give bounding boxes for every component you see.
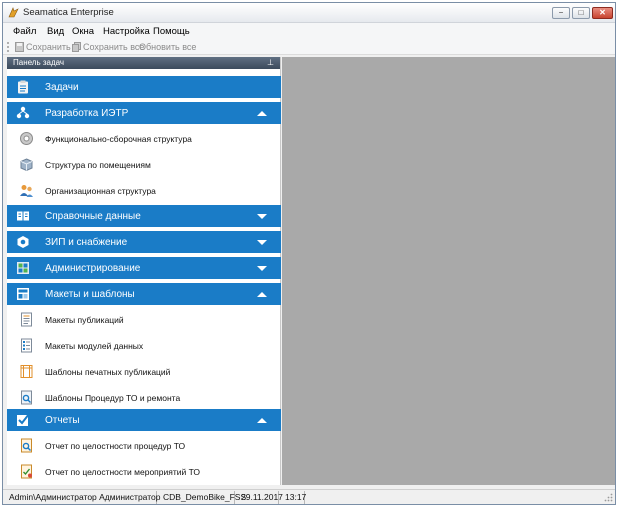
nut-icon bbox=[17, 236, 29, 248]
chevron-up-icon[interactable] bbox=[256, 108, 268, 118]
app-window: Seamatica Enterprise − □ ✕ Файл Вид Окна… bbox=[2, 2, 616, 505]
chevron-up-icon[interactable] bbox=[256, 289, 268, 299]
list-item-label: Отчет по целостности процедур ТО bbox=[45, 441, 186, 451]
document-list-icon bbox=[21, 338, 32, 353]
save-button[interactable]: Сохранить bbox=[26, 42, 71, 52]
status-database: CDB_DemoBike_FSS bbox=[159, 491, 246, 504]
menu-help[interactable]: Помощь bbox=[153, 26, 190, 37]
menu-file[interactable]: Файл bbox=[13, 26, 36, 37]
menu-view[interactable]: Вид bbox=[47, 26, 64, 37]
save-all-icon bbox=[72, 42, 81, 52]
checkbox-icon bbox=[17, 413, 30, 426]
main-workspace[interactable] bbox=[282, 57, 615, 485]
list-item-label: Организационная структура bbox=[45, 186, 156, 196]
app-logo-icon bbox=[8, 7, 19, 18]
list-item-label: Шаблоны Процедур ТО и ремонта bbox=[45, 393, 181, 403]
status-user: Admin\Администратор Администратор bbox=[5, 491, 160, 504]
list-item-label: Макеты публикаций bbox=[45, 315, 124, 325]
status-bar: Admin\Администратор Администратор CDB_De… bbox=[3, 489, 615, 504]
list-item-label: Шаблоны печатных публикаций bbox=[45, 367, 171, 377]
maximize-button[interactable]: □ bbox=[572, 7, 590, 19]
list-item-procedure-templates[interactable]: Шаблоны Процедур ТО и ремонта bbox=[7, 385, 281, 410]
status-time: 13:17 bbox=[281, 491, 306, 504]
task-panel-header: Панель задач ⊥ bbox=[7, 57, 280, 69]
procedure-search-icon bbox=[21, 390, 32, 405]
section-administration-label: Администрирование bbox=[45, 263, 141, 274]
list-item-publication-layouts[interactable]: Макеты публикаций bbox=[7, 307, 281, 332]
section-ietr-development-label: Разработка ИЭТР bbox=[45, 108, 129, 119]
toolbar-grip[interactable] bbox=[7, 42, 9, 52]
section-layouts-templates[interactable]: Макеты и шаблоны bbox=[7, 283, 281, 305]
section-administration[interactable]: Администрирование bbox=[7, 257, 281, 279]
section-reports-label: Отчеты bbox=[45, 415, 80, 426]
chevron-down-icon[interactable] bbox=[256, 263, 268, 273]
section-tasks-label: Задачи bbox=[45, 82, 79, 93]
network-icon bbox=[16, 106, 30, 119]
save-all-button[interactable]: Сохранить все bbox=[83, 42, 144, 52]
section-tasks[interactable]: Задачи bbox=[7, 76, 281, 98]
close-button[interactable]: ✕ bbox=[592, 7, 613, 19]
menu-windows[interactable]: Окна bbox=[72, 26, 94, 37]
menu-settings[interactable]: Настройка bbox=[103, 26, 150, 37]
section-spare-parts-label: ЗИП и снабжение bbox=[45, 237, 128, 248]
book-icon bbox=[17, 211, 29, 221]
layout-icon bbox=[17, 288, 29, 300]
gear-icon bbox=[20, 132, 33, 145]
section-reference-data-label: Справочные данные bbox=[45, 211, 141, 222]
resize-grip-icon[interactable] bbox=[604, 493, 613, 502]
list-item-data-module-layouts[interactable]: Макеты модулей данных bbox=[7, 333, 281, 358]
minimize-button[interactable]: − bbox=[552, 7, 570, 19]
list-item-label: Структура по помещениям bbox=[45, 160, 151, 170]
section-reports[interactable]: Отчеты bbox=[7, 409, 281, 431]
list-item-print-templates[interactable]: Шаблоны печатных публикаций bbox=[7, 359, 281, 384]
clipboard-icon bbox=[18, 80, 28, 94]
task-panel-title: Панель задач bbox=[13, 58, 65, 67]
report-check-icon bbox=[21, 464, 32, 479]
status-date: 29.11.2017 bbox=[237, 491, 283, 504]
pin-icon[interactable]: ⊥ bbox=[267, 58, 274, 67]
cube-icon bbox=[20, 158, 33, 172]
list-item-label: Функционально-сборочная структура bbox=[45, 134, 192, 144]
toolbar: Сохранить Сохранить все Обновить все bbox=[3, 39, 615, 55]
chevron-down-icon[interactable] bbox=[256, 211, 268, 221]
list-item-functional-structure[interactable]: Функционально-сборочная структура bbox=[7, 126, 281, 151]
section-spare-parts[interactable]: ЗИП и снабжение bbox=[7, 231, 281, 253]
report-search-icon bbox=[21, 438, 32, 453]
list-item-room-structure[interactable]: Структура по помещениям bbox=[7, 152, 281, 177]
section-ietr-development[interactable]: Разработка ИЭТР bbox=[7, 102, 281, 124]
admin-grid-icon bbox=[17, 262, 29, 274]
list-item-activity-integrity-report[interactable]: Отчет по целостности мероприятий ТО bbox=[7, 459, 281, 484]
list-item-label: Макеты модулей данных bbox=[45, 341, 144, 351]
chevron-down-icon[interactable] bbox=[256, 237, 268, 247]
print-template-icon bbox=[20, 365, 33, 378]
refresh-all-button[interactable]: Обновить все bbox=[139, 42, 196, 52]
list-item-org-structure[interactable]: Организационная структура bbox=[7, 178, 281, 203]
chevron-up-icon[interactable] bbox=[256, 415, 268, 425]
title-bar: Seamatica Enterprise − □ ✕ bbox=[3, 3, 615, 23]
list-item-label: Отчет по целостности мероприятий ТО bbox=[45, 467, 201, 477]
menu-bar: Файл Вид Окна Настройка Помощь bbox=[3, 23, 615, 39]
section-reference-data[interactable]: Справочные данные bbox=[7, 205, 281, 227]
document-lines-icon bbox=[21, 312, 32, 327]
window-title: Seamatica Enterprise bbox=[23, 7, 114, 18]
task-panel: Панель задач ⊥ Задачи Разработка ИЭТР Фу… bbox=[7, 57, 281, 485]
people-icon bbox=[20, 185, 33, 197]
section-layouts-templates-label: Макеты и шаблоны bbox=[45, 289, 135, 300]
list-item-procedure-integrity-report[interactable]: Отчет по целостности процедур ТО bbox=[7, 433, 281, 458]
save-icon bbox=[15, 42, 24, 52]
